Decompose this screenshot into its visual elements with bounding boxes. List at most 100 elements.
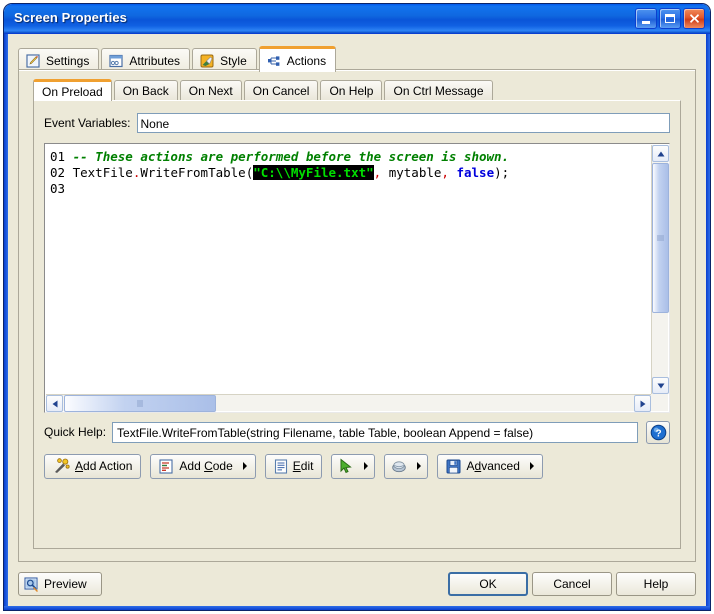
window-border-bottom [4, 606, 710, 610]
code-keyword-false: false [456, 165, 495, 180]
tab-actions-label: Actions [286, 53, 327, 68]
add-code-label: Add Code [179, 459, 233, 473]
paint-brush-icon [200, 54, 215, 68]
inner-tab-on-preload-label: On Preload [42, 84, 103, 99]
magic-wand-icon [55, 458, 70, 473]
inner-tab-on-ctrl-message-label: On Ctrl Message [393, 84, 484, 98]
code-editor-text[interactable]: 01 -- These actions are performed before… [46, 145, 651, 394]
tab-style-label: Style [220, 53, 247, 68]
code-identifier-textfile: TextFile [72, 165, 133, 180]
inner-tab-on-ctrl-message[interactable]: On Ctrl Message [384, 80, 493, 101]
editor-vertical-scrollbar[interactable] [651, 145, 669, 394]
node-tree-icon [267, 54, 282, 68]
quick-help-button[interactable]: ? [646, 420, 670, 444]
quick-help-label: Quick Help: [44, 425, 107, 439]
outer-tab-strip: Settings Attributes Style Actions [18, 46, 338, 72]
code-punct-comma-2: , [441, 165, 449, 180]
advanced-label: Advanced [466, 459, 520, 473]
code-comment-line: -- These actions are performed before th… [72, 149, 510, 164]
svg-text:?: ? [655, 428, 661, 439]
dialog-client-area: Settings Attributes Style Actions On Pre… [8, 34, 706, 606]
inner-tab-on-next[interactable]: On Next [179, 80, 242, 101]
close-button[interactable] [683, 8, 705, 29]
tab-actions[interactable]: Actions [258, 46, 337, 72]
inner-tab-on-preload[interactable]: On Preload [33, 79, 112, 101]
actions-tab-panel: On Preload On Back On Next On Cancel On … [18, 69, 696, 562]
document-icon [274, 458, 287, 474]
editor-vertical-scroll-thumb[interactable] [652, 163, 669, 313]
preview-label: Preview [44, 577, 87, 591]
save-disk-icon [446, 459, 461, 473]
globe-button[interactable] [384, 453, 429, 479]
add-action-label: Add Action [75, 459, 133, 473]
line-number-03: 03 [50, 181, 66, 196]
inner-tab-on-help-label: On Help [329, 84, 374, 98]
event-variables-label: Event Variables: [44, 116, 131, 130]
maximize-button[interactable] [659, 8, 681, 29]
help-button[interactable]: Help [616, 572, 696, 596]
cancel-button[interactable]: Cancel [532, 572, 612, 596]
line-number-02: 02 [50, 165, 66, 180]
tab-attributes-label: Attributes [129, 53, 181, 68]
code-list-icon [159, 458, 173, 474]
globe-icon [392, 460, 407, 472]
editor-horizontal-scrollbar[interactable] [46, 394, 651, 412]
window-title: Screen Properties [14, 10, 127, 25]
green-cursor-icon [340, 458, 353, 474]
window-list-icon [109, 54, 124, 68]
action-toolbar: Add Action Add Code Edit Advanced [44, 453, 670, 479]
dialog-footer: Preview OK Cancel Help [18, 572, 696, 598]
scroll-down-arrow[interactable] [652, 377, 669, 394]
inner-tab-on-back[interactable]: On Back [113, 80, 178, 101]
code-punct-semicolon: ; [501, 165, 510, 180]
code-paren-close: ) [494, 165, 502, 180]
run-button[interactable] [331, 453, 376, 479]
scroll-up-arrow[interactable] [652, 145, 669, 162]
ok-button[interactable]: OK [448, 572, 528, 596]
inner-tab-on-back-label: On Back [122, 84, 169, 98]
add-code-dropdown-arrow[interactable] [242, 462, 247, 470]
code-selected-string: "C:\\MyFile.txt" [253, 165, 374, 180]
inner-tab-on-help[interactable]: On Help [320, 80, 383, 101]
question-mark-icon: ? [650, 424, 666, 440]
edit-label: Edit [292, 459, 314, 473]
window-controls [635, 8, 705, 29]
inner-tab-on-cancel[interactable]: On Cancel [243, 80, 319, 101]
screen-properties-dialog: Screen Properties Settings Attributes St… [4, 4, 710, 610]
minimize-button[interactable] [635, 8, 657, 29]
edit-button[interactable]: Edit [264, 453, 323, 479]
minimize-icon [642, 20, 650, 24]
scrollbar-corner [651, 394, 668, 411]
preview-button[interactable]: Preview [18, 572, 102, 596]
code-punct-comma-1: , [373, 165, 382, 180]
scroll-right-arrow[interactable] [634, 395, 651, 412]
add-action-button[interactable]: Add Action [44, 453, 142, 479]
tab-settings-label: Settings [46, 53, 90, 68]
run-dropdown-arrow[interactable] [364, 462, 369, 470]
scroll-left-arrow[interactable] [46, 395, 63, 412]
line-number-01: 01 [50, 149, 66, 164]
grip-icon [657, 235, 664, 240]
title-bar[interactable]: Screen Properties [4, 4, 710, 34]
globe-dropdown-arrow[interactable] [417, 462, 422, 470]
code-identifier-mytable: mytable [388, 165, 442, 180]
window-border-right [706, 32, 710, 610]
add-code-button[interactable]: Add Code [150, 453, 256, 479]
advanced-dropdown-arrow[interactable] [529, 462, 534, 470]
quick-help-row: Quick Help: TextFile.WriteFromTable(stri… [44, 420, 670, 444]
inner-tab-on-next-label: On Next [188, 84, 233, 98]
maximize-icon [665, 14, 675, 23]
inner-tab-strip: On Preload On Back On Next On Cancel On … [33, 79, 495, 101]
inner-tab-on-cancel-label: On Cancel [252, 84, 310, 98]
event-variables-row: Event Variables: None [44, 113, 670, 133]
preview-screen-icon [24, 576, 38, 592]
close-icon [689, 14, 699, 23]
editor-horizontal-scroll-thumb[interactable] [64, 395, 216, 412]
pencil-note-icon [26, 53, 41, 68]
event-variables-input[interactable]: None [136, 113, 670, 133]
advanced-button[interactable]: Advanced [437, 453, 543, 479]
code-editor[interactable]: 01 -- These actions are performed before… [44, 143, 670, 413]
grip-icon [137, 400, 142, 407]
on-preload-panel: Event Variables: None 01 -- These action… [33, 100, 681, 549]
quick-help-value: TextFile.WriteFromTable(string Filename,… [112, 421, 638, 443]
